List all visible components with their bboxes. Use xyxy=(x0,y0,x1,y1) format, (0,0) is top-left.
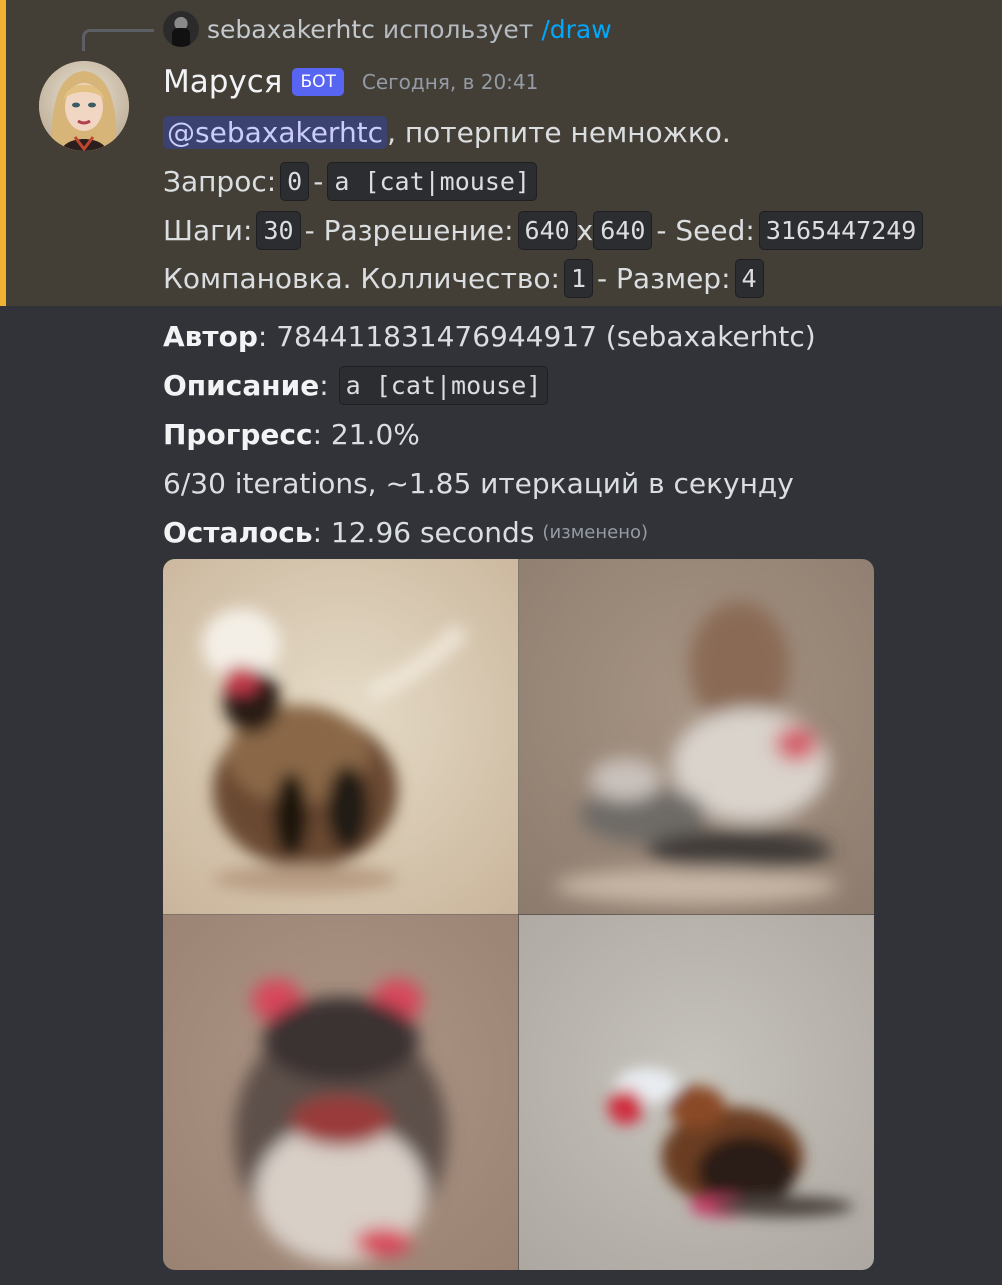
seed-value: 3165447249 xyxy=(758,210,924,250)
reply-spine xyxy=(82,29,154,51)
reply-command-link[interactable]: /draw xyxy=(541,15,611,44)
author-name[interactable]: Маруся xyxy=(163,64,282,100)
steps-value: 30 xyxy=(256,210,301,250)
progress-label: Прогресс xyxy=(163,417,313,451)
resolution-height: 640 xyxy=(593,210,653,250)
message-line-params: Шаги: 30 - Разрешение: 640 x 640 - Seed:… xyxy=(163,208,927,252)
description-label: Описание xyxy=(163,368,320,402)
message-line-layout: Компановка. Колличество: 1 - Размер: 4 xyxy=(163,256,768,300)
image-tile-cat-lying xyxy=(518,559,874,915)
message-timestamp[interactable]: Сегодня, в 20:41 xyxy=(362,70,538,94)
greeting-text: , потерпите немножко. xyxy=(387,115,731,149)
user-avatar-icon[interactable] xyxy=(163,11,199,47)
progress-remaining-line: Осталось : 12.96 seconds (изменено) xyxy=(163,510,648,554)
remaining-label: Осталось xyxy=(163,515,313,549)
steps-label: Шаги: xyxy=(163,213,253,247)
bot-avatar-icon[interactable] xyxy=(39,61,129,151)
message-line-request: Запрос: 0 - a [cat|mouse] xyxy=(163,159,541,203)
reply-action-text: использует xyxy=(382,14,534,44)
description-value: a [cat|mouse] xyxy=(338,365,549,405)
seed-label: - Seed: xyxy=(656,213,755,247)
resolution-x: x xyxy=(576,213,594,247)
resolution-label: - Разрешение: xyxy=(304,213,514,247)
mention-highlight-bar xyxy=(0,0,6,306)
image-tile-cat-sitting xyxy=(163,559,519,915)
count-value: 1 xyxy=(563,258,594,298)
iterations-text: 6/30 iterations, ~1.85 итеркаций в секун… xyxy=(163,466,794,500)
size-value: 4 xyxy=(734,258,764,298)
progress-iterations-line: 6/30 iterations, ~1.85 итеркаций в секун… xyxy=(163,461,794,505)
layout-label: Компановка. Колличество: xyxy=(163,261,560,295)
edited-marker: (изменено) xyxy=(542,521,649,543)
size-label: - Размер: xyxy=(597,261,731,295)
message-line-greeting: @sebaxakerhtc , потерпите немножко. xyxy=(163,110,731,154)
reply-reference[interactable]: sebaxakerhtc использует /draw xyxy=(163,10,612,48)
chat-view: sebaxakerhtc использует /draw Маруся БОТ… xyxy=(0,0,1002,1285)
resolution-width: 640 xyxy=(517,210,577,250)
progress-value: : 21.0% xyxy=(312,417,420,451)
author-value: : 784411831476944917 (sebaxakerhtc) xyxy=(257,319,816,353)
request-label: Запрос: xyxy=(163,164,277,198)
request-index: 0 xyxy=(280,161,310,201)
request-separator: - xyxy=(313,164,324,198)
author-label: Автор xyxy=(163,319,258,353)
request-prompt: a [cat|mouse] xyxy=(327,161,537,201)
message-header: Маруся БОТ Сегодня, в 20:41 xyxy=(163,60,538,104)
user-mention[interactable]: @sebaxakerhtc xyxy=(163,115,388,149)
reply-username[interactable]: sebaxakerhtc xyxy=(207,15,375,44)
description-separator: : xyxy=(319,368,329,402)
progress-percent-line: Прогресс : 21.0% xyxy=(163,412,420,456)
progress-description-line: Описание : a [cat|mouse] xyxy=(163,363,552,407)
generated-image[interactable] xyxy=(163,559,874,1270)
progress-author-line: Автор : 784411831476944917 (sebaxakerhtc… xyxy=(163,314,816,358)
image-tile-mouse-front xyxy=(163,914,519,1270)
bot-badge: БОТ xyxy=(292,68,344,96)
remaining-value: : 12.96 seconds xyxy=(312,515,535,549)
image-tile-mouse-side xyxy=(518,914,874,1270)
